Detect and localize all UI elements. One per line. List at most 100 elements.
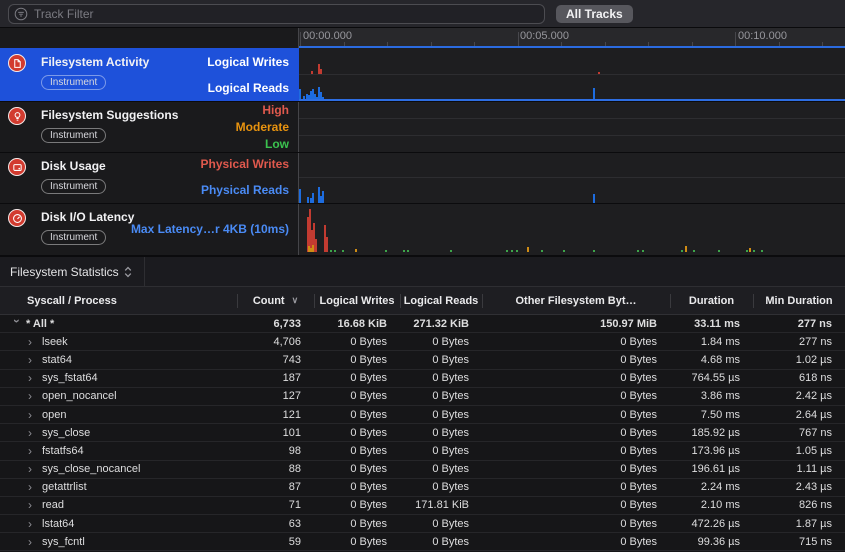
chart-row-separator [299,118,845,119]
column-header-logical-reads[interactable]: Logical Reads [400,287,482,314]
lightbulb-icon [8,107,26,125]
physical-reads-spike [312,193,314,203]
value-cell: 1.11 µs [753,463,845,475]
disclosure-chevron-icon[interactable]: › [28,428,38,438]
value-cell: 472.26 µs [670,518,753,530]
value-cell: 0 Bytes [482,481,670,493]
ruler-minor-tick [431,42,432,46]
value-cell: 0 Bytes [400,463,482,475]
latency-high-spike [315,239,317,252]
value-cell: 0 Bytes [314,499,400,511]
value-cell: 715 ns [753,536,845,548]
table-row-sys-close-nocancel[interactable]: ›sys_close_nocancel880 Bytes0 Bytes0 Byt… [0,461,845,479]
value-cell: 1.05 µs [753,445,845,457]
table-row-open[interactable]: ›open1210 Bytes0 Bytes0 Bytes7.50 ms2.64… [0,406,845,424]
disclosure-chevron-icon[interactable]: › [28,337,38,347]
disclosure-chevron-icon[interactable]: › [28,355,38,365]
ruler-time-label: 00:10.000 [738,30,787,42]
value-cell: 4,706 [237,336,314,348]
value-cell: 764.55 µs [670,372,753,384]
disclosure-chevron-icon[interactable]: › [28,373,38,383]
track-filter-input[interactable] [28,7,544,21]
table-row-open-nocancel[interactable]: ›open_nocancel1270 Bytes0 Bytes0 Bytes3.… [0,388,845,406]
latency-low-spike [681,250,683,252]
value-cell: 2.24 ms [670,481,753,493]
value-cell: 101 [237,427,314,439]
table-row-sys-close[interactable]: ›sys_close1010 Bytes0 Bytes0 Bytes185.92… [0,424,845,442]
latency-low-spike [593,250,595,252]
table-row--all-[interactable]: ›* All *6,73316.68 KiB271.32 KiB150.97 M… [0,315,845,333]
value-cell: 0 Bytes [314,409,400,421]
track-header-disk-i-o-latency[interactable]: Disk I/O LatencyInstrumentMax Latency…r … [0,203,299,255]
disclosure-chevron-icon[interactable]: › [28,464,38,474]
all-tracks-button[interactable]: All Tracks [556,5,633,23]
disclosure-chevron-icon[interactable]: › [28,482,38,492]
ruler-minor-tick [474,42,475,46]
value-cell: 0 Bytes [482,409,670,421]
instruments-window: All Tracks 00:00.00000:05.00000:10.000 F… [0,0,845,552]
track-chart-disk-i-o-latency[interactable] [299,203,845,255]
disclosure-chevron-icon[interactable]: › [28,500,38,510]
value-cell: 0 Bytes [400,372,482,384]
column-header-label: Syscall / Process [27,295,117,307]
column-header-logical-writes[interactable]: Logical Writes [314,287,400,314]
value-cell: 121 [237,409,314,421]
track-header-disk-usage[interactable]: Disk UsageInstrumentPhysical WritesPhysi… [0,152,299,203]
column-header-min-duration[interactable]: Min Duration [753,287,845,314]
latency-low-spike [642,250,644,252]
column-header-other-filesystem-byt-[interactable]: Other Filesystem Byt… [482,287,670,314]
latency-moderate-spike [527,247,529,252]
track-header-filesystem-activity[interactable]: Filesystem ActivityInstrumentLogical Wri… [0,48,299,101]
syscall-name: open_nocancel [42,390,117,402]
table-row-lstat64[interactable]: ›lstat64630 Bytes0 Bytes0 Bytes472.26 µs… [0,515,845,533]
value-cell: 7.50 ms [670,409,753,421]
disk-icon [8,158,26,176]
disclosure-chevron-icon[interactable]: › [12,319,22,329]
disclosure-chevron-icon[interactable]: › [28,410,38,420]
disclosure-chevron-icon[interactable]: › [28,391,38,401]
detail-view-selector[interactable]: Filesystem Statistics [0,257,144,286]
ruler-left-spacer [0,28,299,48]
ruler-time-label: 00:00.000 [303,30,352,42]
column-header-count[interactable]: Count∨ [237,287,314,314]
value-cell: 0 Bytes [482,390,670,402]
value-cell: 33.11 ms [670,318,753,330]
disclosure-chevron-icon[interactable]: › [28,537,38,547]
disclosure-chevron-icon[interactable]: › [28,519,38,529]
toolbar: All Tracks [0,0,845,28]
latency-low-spike [403,250,405,252]
syscall-cell: ›read [0,499,237,511]
track-chart-filesystem-suggestions[interactable] [299,101,845,152]
table-row-fstatfs64[interactable]: ›fstatfs64980 Bytes0 Bytes0 Bytes173.96 … [0,442,845,460]
track-filter[interactable] [8,4,545,24]
track-header-filesystem-suggestions[interactable]: Filesystem SuggestionsInstrumentHighMode… [0,101,299,152]
value-cell: 0 Bytes [400,427,482,439]
table-row-stat64[interactable]: ›stat647430 Bytes0 Bytes0 Bytes4.68 ms1.… [0,351,845,369]
column-header-syscall-process[interactable]: Syscall / Process [0,287,237,314]
series-label: Physical Reads [201,183,289,197]
detail-view-label: Filesystem Statistics [10,265,119,279]
column-header-label: Other Filesystem Byt… [515,295,636,307]
table-row-sys-fstat64[interactable]: ›sys_fstat641870 Bytes0 Bytes0 Bytes764.… [0,370,845,388]
table-header: Syscall / Process Count∨Logical WritesLog… [0,287,845,315]
syscall-name: sys_close [42,427,90,439]
table-row-read[interactable]: ›read710 Bytes171.81 KiB0 Bytes2.10 ms82… [0,497,845,515]
syscall-name: sys_close_nocancel [42,463,140,475]
latency-low-spike [746,250,748,252]
timeline-ruler[interactable]: 00:00.00000:05.00000:10.000 [299,28,845,48]
value-cell: 743 [237,354,314,366]
syscall-cell: ›stat64 [0,354,237,366]
table-row-lseek[interactable]: ›lseek4,7060 Bytes0 Bytes0 Bytes1.84 ms2… [0,333,845,351]
disclosure-chevron-icon[interactable]: › [28,446,38,456]
ruler-minor-tick [822,42,823,46]
column-header-duration[interactable]: Duration [670,287,753,314]
series-label: Logical Reads [208,81,289,95]
track-title: Filesystem Suggestions [41,108,178,122]
value-cell: 0 Bytes [314,372,400,384]
value-cell: 0 Bytes [482,536,670,548]
table-row-getattrlist[interactable]: ›getattrlist870 Bytes0 Bytes0 Bytes2.24 … [0,479,845,497]
value-cell: 4.68 ms [670,354,753,366]
table-row-sys-fcntl[interactable]: ›sys_fcntl590 Bytes0 Bytes0 Bytes99.36 µ… [0,533,845,551]
physical-reads-spike [299,189,301,203]
value-cell: 826 ns [753,499,845,511]
